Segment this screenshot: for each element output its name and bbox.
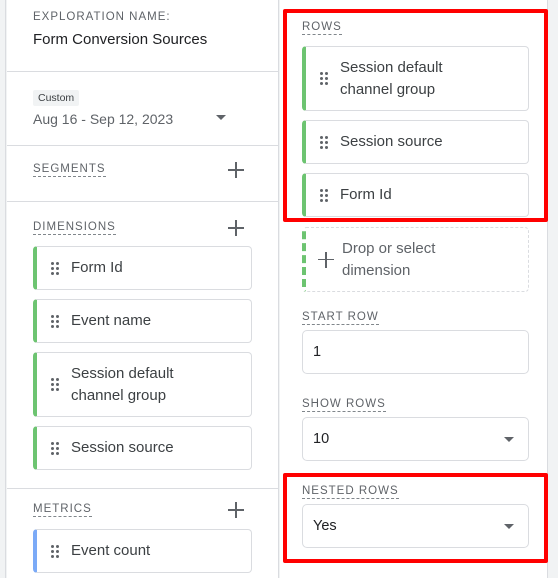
date-range-section: Custom Aug 16 - Sep 12, 2023	[7, 72, 279, 146]
metric-label: Event count	[71, 542, 151, 559]
add-metric-plus-icon[interactable]	[228, 502, 244, 518]
dimension-chip[interactable]: Form Id	[33, 246, 252, 290]
dimensions-title: DIMENSIONS	[33, 221, 116, 235]
drag-handle-icon[interactable]	[51, 314, 59, 328]
show-rows-caret-icon	[504, 437, 514, 442]
exploration-name-input[interactable]: Form Conversion Sources	[33, 31, 207, 48]
exploration-name-section: EXPLORATION NAME: Form Conversion Source…	[7, 0, 279, 72]
nested-rows-highlight-box	[283, 473, 548, 563]
show-rows-title: SHOW ROWS	[302, 398, 386, 412]
exploration-name-label: EXPLORATION NAME:	[33, 11, 171, 23]
add-row-plus-icon	[318, 251, 334, 268]
dimension-chip[interactable]: Session source	[33, 426, 252, 470]
show-rows-value: 10	[313, 431, 330, 447]
segments-section: SEGMENTS	[7, 146, 279, 202]
dimension-chip[interactable]: Session default channel group	[33, 352, 252, 417]
date-range-picker[interactable]: Aug 16 - Sep 12, 2023	[33, 111, 173, 127]
dimension-label: Session default channel group	[71, 364, 174, 404]
rows-highlight-box	[283, 9, 548, 222]
left-gutter	[0, 0, 6, 578]
drag-handle-icon[interactable]	[51, 441, 59, 455]
drag-handle-icon[interactable]	[51, 544, 59, 558]
segments-title: SEGMENTS	[33, 163, 106, 177]
dimension-label: Event name	[71, 312, 152, 329]
start-row-input[interactable]: 1	[302, 330, 529, 374]
add-dimension-plus-icon[interactable]	[228, 220, 244, 236]
dimension-chip[interactable]: Event name	[33, 299, 252, 343]
dimension-label: Session source	[71, 439, 174, 456]
date-dropdown-caret-icon[interactable]	[216, 115, 226, 120]
add-segment-plus-icon[interactable]	[228, 162, 244, 178]
right-gutter	[549, 0, 558, 578]
start-row-value: 1	[313, 344, 322, 360]
metrics-title: METRICS	[33, 503, 92, 517]
drop-dimension-target[interactable]: Drop or select dimension	[302, 227, 529, 292]
drag-handle-icon[interactable]	[51, 378, 59, 391]
drop-dimension-label: Drop or select dimension	[342, 239, 436, 279]
start-row-title: START ROW	[302, 311, 379, 325]
show-rows-select[interactable]: 10	[302, 417, 529, 461]
drag-handle-icon[interactable]	[51, 261, 59, 275]
metric-chip[interactable]: Event count	[33, 529, 252, 573]
dimension-label: Form Id	[71, 259, 123, 276]
exploration-settings: EXPLORATION NAME: Form Conversion Source…	[0, 0, 558, 578]
date-preset-badge: Custom	[33, 90, 80, 106]
